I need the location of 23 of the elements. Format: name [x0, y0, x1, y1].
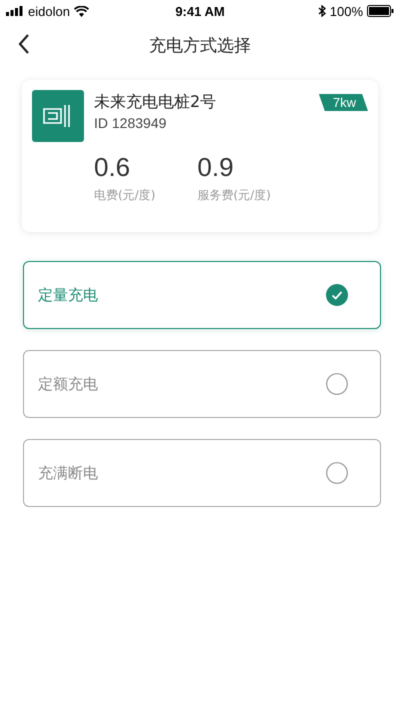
fee-label: 服务费(元/度) — [197, 187, 271, 204]
status-time: 9:41 AM — [175, 4, 225, 18]
bluetooth-icon — [318, 5, 326, 17]
station-id: ID 1283949 — [94, 115, 168, 131]
wifi-icon — [74, 6, 89, 16]
fee-value: 0.9 — [197, 152, 235, 183]
charge-option[interactable]: 定量充电 — [23, 261, 381, 329]
page-title: 充电方式选择 — [149, 34, 251, 56]
battery-icon — [367, 5, 394, 17]
radio-icon — [326, 462, 348, 484]
back-button[interactable] — [18, 34, 30, 54]
power-tag: 7kw — [318, 94, 368, 111]
charger-icon — [32, 90, 84, 142]
station-name: 未来充电电桩2号 — [94, 92, 218, 113]
battery-percent: 100% — [330, 4, 363, 18]
check-icon — [326, 284, 348, 306]
charge-option[interactable]: 充满断电 — [23, 439, 381, 507]
charge-option[interactable]: 定额充电 — [23, 350, 381, 418]
carrier-name: eidolon — [28, 4, 70, 18]
radio-icon — [326, 373, 348, 395]
fee-label: 电费(元/度) — [94, 187, 156, 204]
fee-value: 0.6 — [94, 152, 132, 183]
signal-icon — [6, 6, 24, 16]
